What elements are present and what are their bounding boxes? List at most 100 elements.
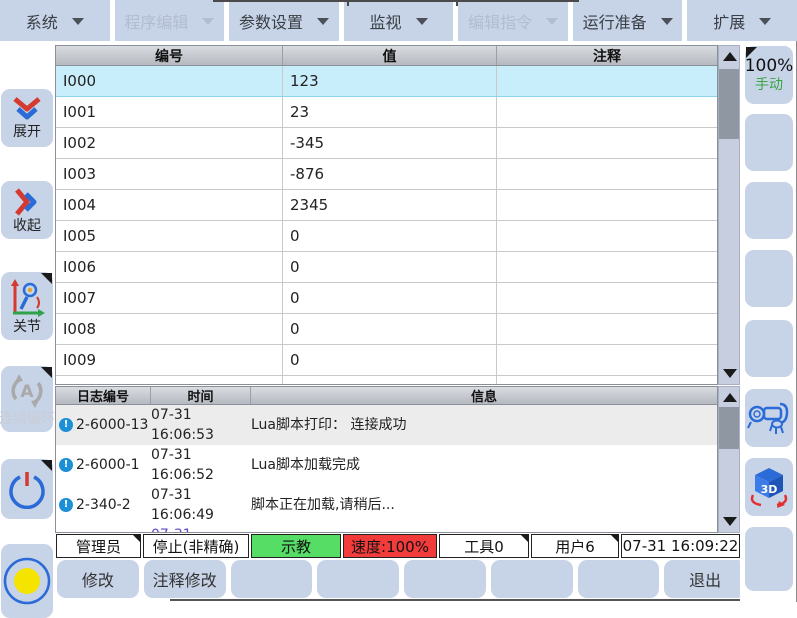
- scroll-down-icon[interactable]: [723, 369, 737, 378]
- variable-comment-cell: [497, 314, 717, 344]
- log-message-cell: Lua脚本打印： 连接成功: [251, 415, 717, 435]
- variable-row-I008[interactable]: I0080: [56, 314, 717, 345]
- log-row-3[interactable]: !2-340-207-31 16:06:49脚本正在加载,请稍后...: [56, 485, 717, 525]
- variable-value-cell: 236: [283, 376, 497, 385]
- info-icon: !: [59, 498, 73, 512]
- scroll-up-icon[interactable]: [723, 393, 737, 402]
- scroll-down-icon[interactable]: [723, 517, 737, 526]
- right-toolbar-button-5[interactable]: [745, 320, 793, 377]
- teach-pendant-icon: [747, 398, 791, 438]
- right-toolbar-button-2[interactable]: [745, 114, 793, 171]
- variable-row-I000[interactable]: I000123: [56, 66, 717, 97]
- corner-marker-icon: [610, 534, 619, 543]
- log-column-message: 信息: [251, 387, 717, 404]
- soft-key-empty-3[interactable]: [231, 560, 313, 598]
- variable-row-I007[interactable]: I0070: [56, 283, 717, 314]
- soft-key-empty-7[interactable]: [578, 560, 660, 598]
- status-speed[interactable]: 速度:100%: [343, 534, 437, 558]
- soft-key-empty-6[interactable]: [491, 560, 573, 598]
- variable-comment-cell: [497, 159, 717, 189]
- right-toolbar: 100% 手动 3D: [740, 41, 797, 602]
- power-button[interactable]: [1, 459, 53, 519]
- status-datetime-label: 07-31 16:09:22: [623, 537, 739, 555]
- log-scrollbar[interactable]: [718, 386, 740, 533]
- joint-label: 关节: [13, 319, 41, 335]
- log-row-1[interactable]: !2-6000-1307-31 16:06:53Lua脚本打印： 连接成功: [56, 405, 717, 445]
- menu-item-7[interactable]: 扩展: [687, 0, 797, 41]
- corner-marker-icon: [41, 273, 52, 284]
- variable-row-I009[interactable]: I0090: [56, 345, 717, 376]
- status-teach-mode-label: 示教: [281, 536, 311, 557]
- variable-row-I004[interactable]: I0042345: [56, 190, 717, 221]
- right-toolbar-button-4[interactable]: [745, 250, 793, 307]
- right-toolbar-button-8[interactable]: [745, 527, 793, 591]
- status-teach-mode[interactable]: 示教: [251, 534, 341, 558]
- chevron-down-icon: [546, 18, 558, 25]
- svg-text:A: A: [20, 382, 34, 402]
- collapse-button[interactable]: 收起: [1, 181, 53, 239]
- menu-item-label: 参数设置: [239, 9, 303, 33]
- status-tool[interactable]: 工具0: [439, 534, 529, 558]
- menu-item-6[interactable]: 运行准备: [573, 0, 683, 41]
- variable-row-I010[interactable]: I010236: [56, 376, 717, 385]
- view-3d-button[interactable]: 3D: [745, 458, 793, 516]
- menu-item-label: 监视: [370, 9, 402, 33]
- log-level-cell: !: [56, 458, 76, 472]
- chevron-down-icon: [202, 18, 214, 25]
- variable-value-cell: 123: [283, 66, 497, 96]
- menu-item-3[interactable]: 参数设置: [229, 0, 339, 41]
- variable-comment-cell: [497, 221, 717, 251]
- soft-key-修改[interactable]: 修改: [57, 560, 139, 598]
- status-user-frame[interactable]: 用户6: [531, 534, 619, 558]
- scroll-up-icon[interactable]: [723, 52, 737, 61]
- right-toolbar-button-3[interactable]: [745, 182, 793, 239]
- chevrons-down-icon: [10, 96, 44, 124]
- menu-item-label: 系统: [26, 9, 58, 33]
- soft-key-label: 注释修改: [153, 567, 217, 591]
- status-tool-label: 工具0: [464, 536, 504, 557]
- status-datetime: 07-31 16:09:22: [621, 534, 740, 558]
- corner-marker-icon: [520, 534, 529, 543]
- menu-item-label: 运行准备: [583, 9, 647, 33]
- soft-key-label: 退出: [689, 567, 721, 591]
- status-user-level[interactable]: 管理员: [56, 534, 141, 558]
- log-scrollbar-thumb[interactable]: [719, 407, 739, 449]
- expand-button[interactable]: 展开: [1, 89, 53, 147]
- log-header: 日志编号 时间 信息: [56, 387, 717, 405]
- variables-table: 编号 值 注释 I000123I00123I002-345I003-876I00…: [55, 45, 718, 385]
- variable-comment-cell: [497, 97, 717, 127]
- table-scrollbar[interactable]: [718, 45, 740, 385]
- log-row-2[interactable]: !2-6000-107-31 16:06:52Lua脚本加载完成: [56, 445, 717, 485]
- variable-id-cell: I007: [56, 283, 283, 313]
- log-message-cell: 脚本正在加载,请稍后...: [251, 495, 717, 515]
- log-time-cell: 07-31 16:06:29: [151, 525, 251, 533]
- teach-pendant-button[interactable]: [745, 389, 793, 447]
- variable-value-cell: 0: [283, 221, 497, 251]
- variable-row-I002[interactable]: I002-345: [56, 128, 717, 159]
- continuous-cycle-label: 连续循环: [0, 411, 55, 427]
- soft-key-退出[interactable]: 退出: [664, 560, 746, 598]
- joint-coord-button[interactable]: 关节: [1, 272, 53, 340]
- speed-mode-button[interactable]: 100% 手动: [745, 46, 793, 104]
- menu-item-4[interactable]: 监视: [344, 0, 454, 41]
- status-run-state-label: 停止(非精确): [153, 536, 240, 557]
- soft-key-注释修改[interactable]: 注释修改: [144, 560, 226, 598]
- table-scrollbar-thumb[interactable]: [719, 69, 739, 139]
- variable-row-I006[interactable]: I0060: [56, 252, 717, 283]
- variable-row-I005[interactable]: I0050: [56, 221, 717, 252]
- log-row-4[interactable]: !1-923-107-31 16:06:29伺服没有打开，请先打开伺服: [56, 525, 717, 533]
- servo-indicator-button[interactable]: [1, 544, 53, 618]
- log-message-line: Lua脚本加载完成: [251, 455, 717, 475]
- variable-value-cell: 0: [283, 314, 497, 344]
- log-column-id: 日志编号: [56, 387, 151, 404]
- soft-key-empty-5[interactable]: [404, 560, 486, 598]
- variable-value-cell: 0: [283, 345, 497, 375]
- variable-row-I003[interactable]: I003-876: [56, 159, 717, 190]
- svg-text:3D: 3D: [761, 483, 778, 496]
- status-run-state[interactable]: 停止(非精确): [143, 534, 249, 558]
- variable-value-cell: 0: [283, 283, 497, 313]
- variable-comment-cell: [497, 66, 717, 96]
- variable-row-I001[interactable]: I00123: [56, 97, 717, 128]
- menu-item-1[interactable]: 系统: [0, 0, 110, 41]
- soft-key-empty-4[interactable]: [317, 560, 399, 598]
